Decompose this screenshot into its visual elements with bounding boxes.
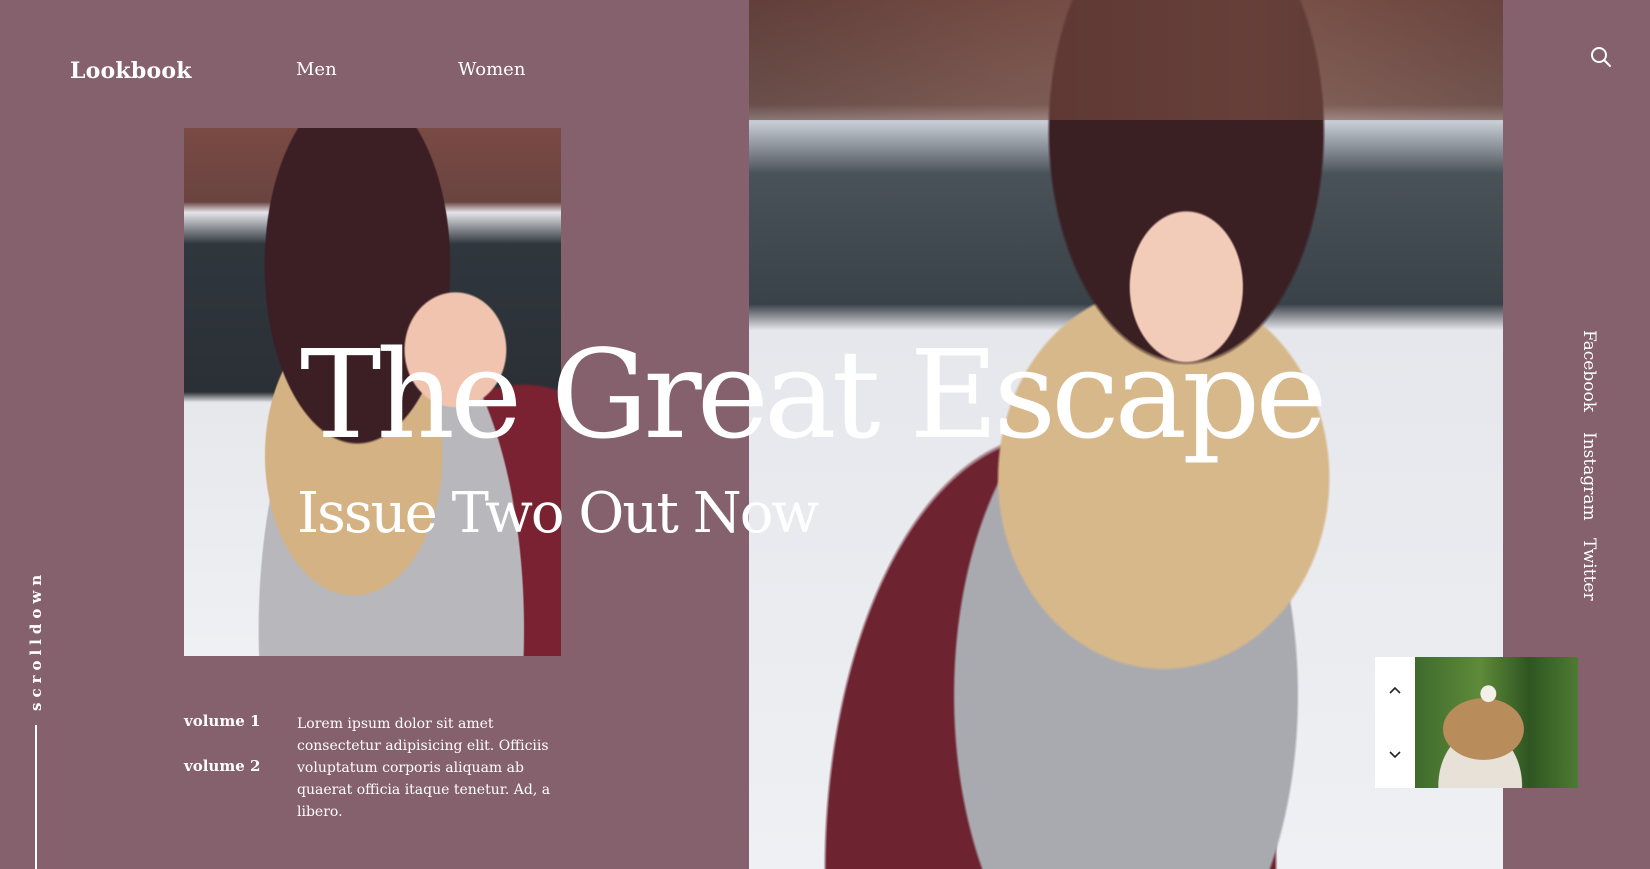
next-slide-thumbnail[interactable]	[1415, 657, 1578, 788]
search-icon[interactable]	[1590, 46, 1612, 68]
volume-1-link[interactable]: volume 1	[184, 712, 260, 730]
hero-photo-background	[749, 0, 1503, 120]
social-facebook-link[interactable]: Facebook	[1575, 330, 1599, 412]
social-instagram-link[interactable]: Instagram	[1575, 432, 1599, 521]
brand-logo[interactable]: Lookbook	[70, 58, 192, 84]
chevron-up-icon[interactable]	[1383, 678, 1407, 702]
slider-controls	[1375, 657, 1415, 788]
scrolldown-label: scrolldown	[27, 569, 45, 711]
chevron-down-icon[interactable]	[1383, 743, 1407, 767]
social-twitter-link[interactable]: Twitter	[1575, 538, 1599, 601]
issue-description: Lorem ipsum dolor sit amet consectetur a…	[297, 716, 551, 820]
scrolldown-line	[35, 725, 37, 869]
hero-subtitle: Issue Two Out Now	[297, 481, 819, 546]
nav-men[interactable]: Men	[296, 59, 337, 80]
hero-title: The Great Escape	[300, 324, 1327, 466]
volume-2-link[interactable]: volume 2	[184, 757, 260, 775]
nav-women[interactable]: Women	[458, 59, 525, 80]
